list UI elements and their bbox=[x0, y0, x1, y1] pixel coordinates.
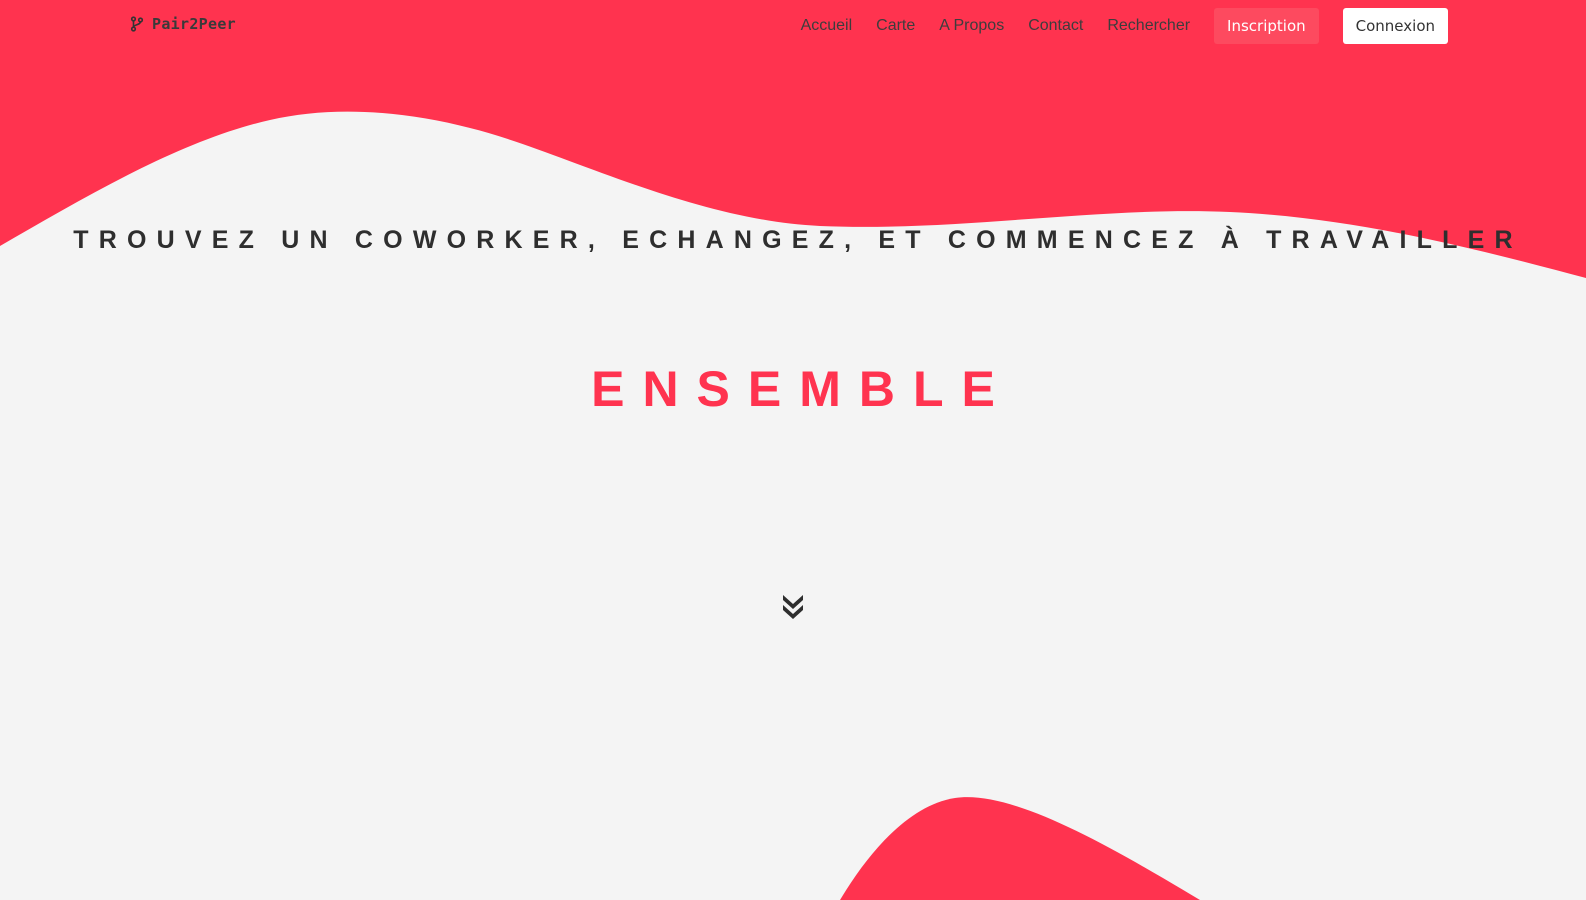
bottom-wave-shape bbox=[840, 797, 1200, 900]
brand-name: Pair2Peer bbox=[152, 15, 236, 33]
double-chevron-down-icon[interactable] bbox=[780, 592, 806, 622]
brand-logo[interactable]: Pair2Peer bbox=[130, 15, 236, 33]
nav-link-accueil[interactable]: Accueil bbox=[801, 17, 853, 35]
nav-link-contact[interactable]: Contact bbox=[1028, 17, 1083, 35]
login-button[interactable]: Connexion bbox=[1342, 8, 1448, 44]
navbar: Pair2Peer Accueil Carte A Propos Contact… bbox=[0, 0, 1586, 52]
nav-links: Accueil Carte A Propos Contact Recherche… bbox=[801, 0, 1586, 52]
nav-link-carte[interactable]: Carte bbox=[876, 17, 915, 35]
signup-button[interactable]: Inscription bbox=[1214, 8, 1319, 44]
hero-accent-word: ENSEMBLE bbox=[591, 361, 1013, 417]
nav-link-a-propos[interactable]: A Propos bbox=[939, 17, 1004, 35]
background-waves bbox=[0, 0, 1586, 900]
hero-headline: TROUVEZ UN COWORKER, ECHANGEZ, ET COMMEN… bbox=[73, 226, 1523, 254]
git-branch-icon bbox=[130, 16, 144, 32]
nav-link-rechercher[interactable]: Rechercher bbox=[1107, 17, 1190, 35]
